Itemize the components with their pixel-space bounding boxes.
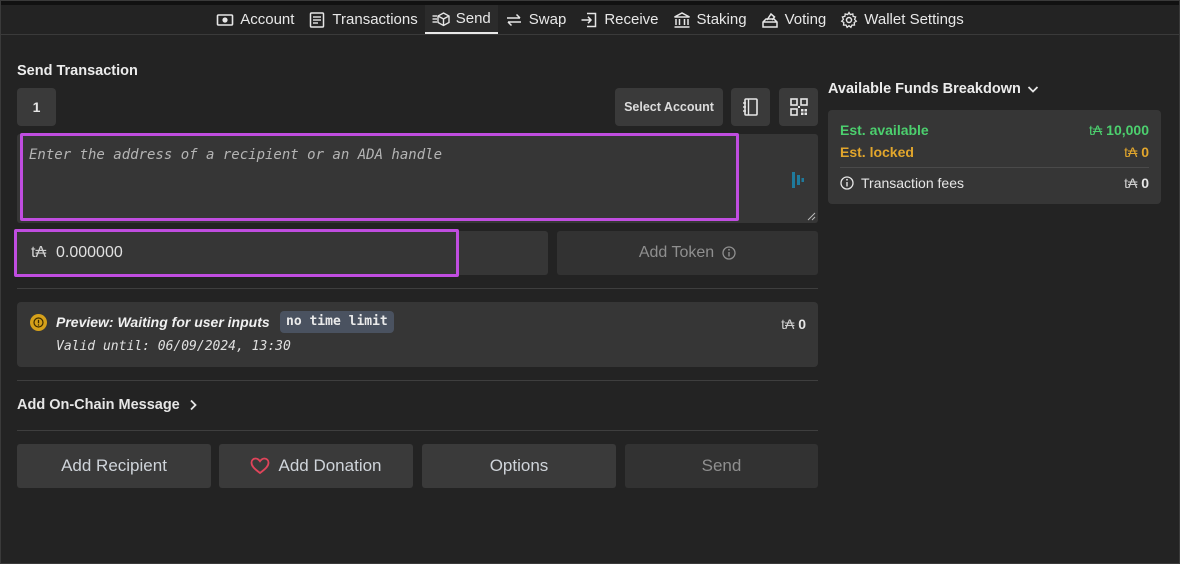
funds-breakdown-toggle[interactable]: Available Funds Breakdown: [828, 81, 1039, 97]
nav-tab-transactions[interactable]: Transactions: [301, 5, 424, 34]
nav-tab-label: Voting: [784, 11, 827, 28]
fees-row: Transaction fees t₳ 0: [840, 175, 1149, 191]
staking-icon: [673, 11, 690, 28]
top-nav: Account Transactions Send Swap Receive S…: [1, 1, 1179, 35]
time-limit-badge: no time limit: [280, 311, 394, 333]
divider: [17, 380, 818, 381]
fees-label-group: Transaction fees: [840, 175, 964, 191]
available-currency: t₳: [1089, 122, 1103, 138]
locked-value: 0: [1141, 144, 1149, 160]
locked-row: Est. locked t₳ 0: [840, 144, 1149, 160]
fees-value: 0: [1141, 175, 1149, 191]
preview-currency: t₳: [781, 316, 795, 332]
divider: [17, 430, 818, 431]
nav-tab-label: Receive: [604, 11, 659, 28]
send-icon: [432, 11, 450, 26]
chevron-right-icon: [190, 399, 197, 411]
nav-tab-label: Swap: [528, 11, 567, 28]
available-row: Est. available t₳ 10,000: [840, 122, 1149, 138]
info-icon: [722, 246, 736, 260]
swap-icon: [506, 13, 521, 26]
currency-symbol: t₳: [31, 244, 47, 261]
available-label: Est. available: [840, 122, 929, 138]
nav-tab-label: Account: [240, 11, 295, 28]
funds-title: Available Funds Breakdown: [828, 81, 1021, 97]
locked-label: Est. locked: [840, 144, 914, 160]
select-account-button[interactable]: Select Account: [615, 88, 723, 126]
nav-tab-send[interactable]: Send: [424, 5, 498, 34]
nav-tab-staking[interactable]: Staking: [666, 5, 754, 34]
qr-code-icon: [789, 98, 808, 116]
nav-tab-account[interactable]: Account: [209, 5, 301, 34]
nav-tab-wallet-settings[interactable]: Wallet Settings: [833, 5, 971, 34]
locked-currency: t₳: [1124, 144, 1138, 160]
options-label: Options: [489, 456, 549, 475]
locked-amount: t₳ 0: [1124, 144, 1149, 160]
funds-breakdown-panel: Est. available t₳ 10,000 Est. locked t₳ …: [828, 110, 1161, 204]
available-amount: t₳ 10,000: [1089, 122, 1149, 138]
options-button[interactable]: Options: [422, 444, 616, 488]
nav-tab-voting[interactable]: Voting: [754, 5, 834, 34]
add-recipient-label: Add Recipient: [61, 456, 167, 475]
add-donation-button[interactable]: Add Donation: [219, 444, 413, 488]
transaction-preview: Preview: Waiting for user inputs no time…: [17, 302, 818, 367]
nav-tab-receive[interactable]: Receive: [573, 5, 665, 34]
recipient-index-tab[interactable]: 1: [17, 88, 56, 126]
amount-input[interactable]: t₳ 0.000000: [14, 229, 548, 277]
add-onchain-message-toggle[interactable]: Add On-Chain Message: [17, 397, 198, 413]
address-book-icon: [742, 98, 758, 116]
fees-label: Transaction fees: [861, 175, 964, 191]
warning-icon: [30, 314, 47, 331]
address-book-button[interactable]: [731, 88, 770, 126]
available-value: 10,000: [1106, 122, 1149, 138]
info-icon[interactable]: [840, 176, 854, 190]
nav-tab-label: Wallet Settings: [864, 11, 964, 28]
onchain-message-label: Add On-Chain Message: [17, 397, 180, 413]
nav-tab-swap[interactable]: Swap: [498, 5, 574, 34]
amount-value: 0.000000: [56, 244, 123, 261]
address-placeholder: Enter the address of a recipient or an A…: [29, 147, 443, 163]
nav-tab-label: Send: [455, 10, 491, 27]
divider: [17, 288, 818, 289]
add-recipient-button[interactable]: Add Recipient: [17, 444, 211, 488]
recipient-address-input[interactable]: Enter the address of a recipient or an A…: [17, 133, 818, 223]
nav-tab-label: Transactions: [332, 11, 418, 28]
resize-handle-icon[interactable]: [807, 212, 816, 221]
voting-icon: [761, 12, 778, 28]
gear-icon: [840, 10, 858, 28]
qr-scan-button[interactable]: [779, 88, 818, 126]
send-label: Send: [701, 456, 742, 475]
preview-amount: t₳ 0: [781, 316, 806, 332]
nav-tab-label: Staking: [696, 11, 747, 28]
handle-icon: [792, 172, 804, 188]
preview-title: Preview: Waiting for user inputs: [56, 314, 270, 330]
chevron-down-icon: [1027, 86, 1038, 93]
preview-amount-value: 0: [798, 316, 806, 332]
valid-until-text: Valid until: 06/09/2024, 13:30: [56, 339, 291, 354]
fees-currency: t₳: [1124, 175, 1138, 191]
add-donation-label: Add Donation: [278, 456, 382, 475]
transactions-icon: [310, 11, 325, 28]
heart-icon: [251, 457, 270, 475]
receive-icon: [581, 12, 597, 27]
send-transaction-title: Send Transaction: [17, 63, 138, 79]
add-token-label: Add Token: [638, 244, 715, 261]
fees-amount: t₳ 0: [1124, 175, 1149, 191]
account-icon: [216, 13, 234, 26]
add-token-button[interactable]: Add Token: [557, 231, 818, 275]
funds-divider: [840, 167, 1149, 168]
send-button[interactable]: Send: [625, 444, 818, 488]
